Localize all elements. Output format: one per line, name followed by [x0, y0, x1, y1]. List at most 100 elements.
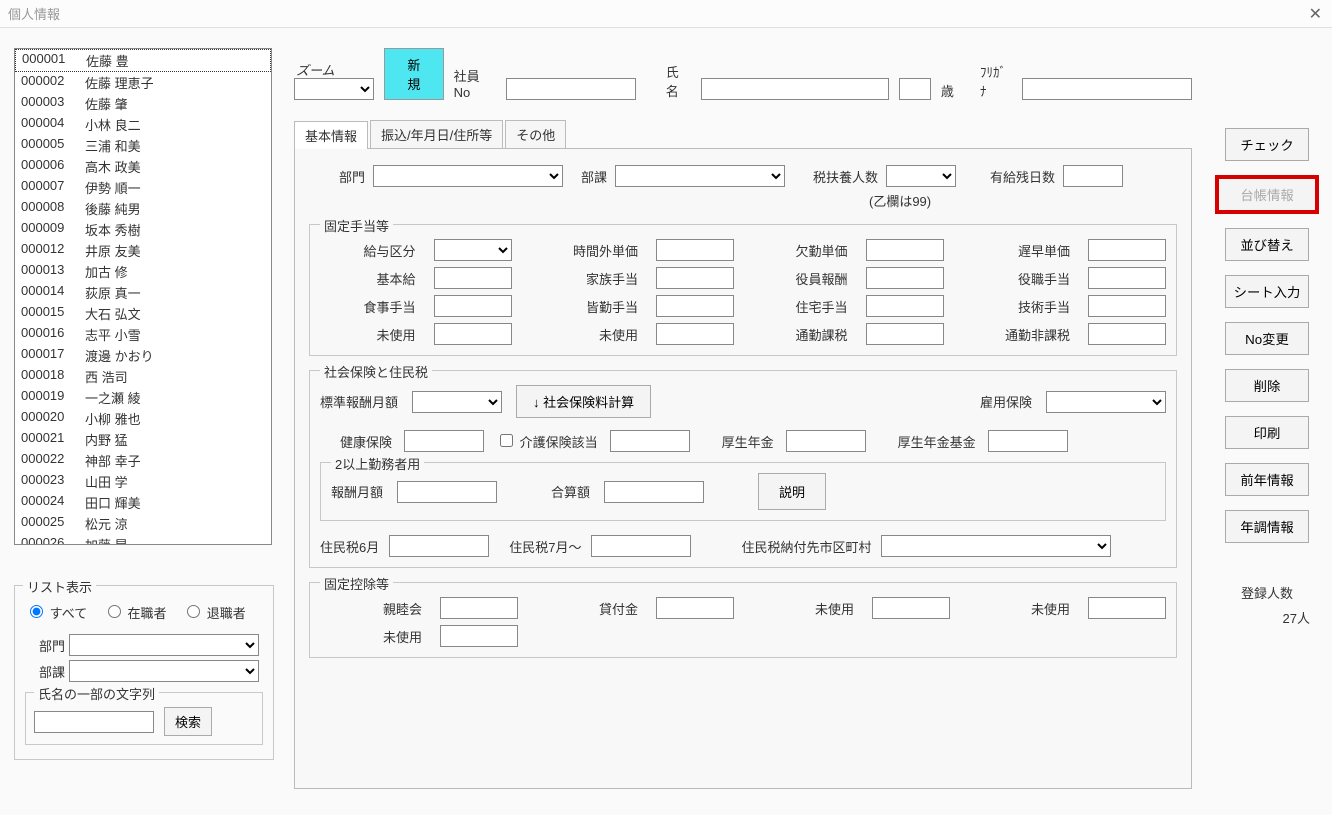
tech-input[interactable]	[1088, 295, 1166, 317]
housing-label: 住宅手当	[752, 297, 848, 316]
pay-class-select[interactable]	[434, 239, 512, 261]
loan-input[interactable]	[656, 597, 734, 619]
employee-row[interactable]: 000022神部 幸子	[15, 450, 271, 471]
ded-unused2-input[interactable]	[1088, 597, 1166, 619]
meal-input[interactable]	[434, 295, 512, 317]
employee-row[interactable]: 000013加古 修	[15, 261, 271, 282]
emp-ins-select[interactable]	[1046, 391, 1166, 413]
furigana-input[interactable]	[1022, 78, 1192, 100]
attend-input[interactable]	[656, 295, 734, 317]
employee-row[interactable]: 000001佐藤 豊	[15, 49, 271, 72]
radio-all[interactable]: すべて	[25, 606, 87, 621]
employee-row[interactable]: 000015大石 弘文	[15, 303, 271, 324]
radio-active[interactable]: 在職者	[103, 606, 167, 621]
officer-allow-label: 役職手当	[962, 269, 1071, 288]
prev-year-button[interactable]: 前年情報	[1225, 463, 1309, 496]
ded-unused1-input[interactable]	[872, 597, 950, 619]
multi-monthly-input[interactable]	[397, 481, 497, 503]
employee-row[interactable]: 000024田口 輝美	[15, 492, 271, 513]
nursing-checkbox[interactable]: 介護保険該当	[496, 431, 598, 451]
new-button[interactable]: 新規	[384, 48, 444, 100]
employee-row[interactable]: 000008後藤 純男	[15, 198, 271, 219]
name-search-input[interactable]	[34, 711, 154, 733]
employee-list[interactable]: 000001佐藤 豊000002佐藤 理恵子000003佐藤 肇000004小林…	[14, 48, 272, 545]
filter-section-select[interactable]	[69, 660, 259, 682]
name-input[interactable]	[701, 78, 889, 100]
resident7-input[interactable]	[591, 535, 691, 557]
radio-retired[interactable]: 退職者	[182, 606, 246, 621]
employee-name: 三浦 和美	[85, 136, 141, 155]
yearend-button[interactable]: 年調情報	[1225, 510, 1309, 543]
officer-input[interactable]	[866, 267, 944, 289]
unused2-label: 未使用	[530, 325, 639, 344]
pension-fund-input[interactable]	[988, 430, 1068, 452]
commute-tax-input[interactable]	[866, 323, 944, 345]
delete-button[interactable]: 削除	[1225, 369, 1309, 402]
dept-select[interactable]	[373, 165, 563, 187]
ledger-button[interactable]: 台帳情報	[1215, 175, 1319, 214]
employee-row[interactable]: 000019一之瀬 綾	[15, 387, 271, 408]
unused1-input[interactable]	[434, 323, 512, 345]
employee-row[interactable]: 000020小柳 雅也	[15, 408, 271, 429]
employee-row[interactable]: 000016志平 小雪	[15, 324, 271, 345]
employee-row[interactable]: 000003佐藤 肇	[15, 93, 271, 114]
late-rate-input[interactable]	[1088, 239, 1166, 261]
officer-allow-input[interactable]	[1088, 267, 1166, 289]
window-title: 個人情報	[8, 4, 60, 23]
age-input[interactable]	[899, 78, 931, 100]
base-input[interactable]	[434, 267, 512, 289]
friendship-input[interactable]	[440, 597, 518, 619]
filter-dept-select[interactable]	[69, 634, 259, 656]
search-button[interactable]: 検索	[164, 707, 212, 736]
tab-other[interactable]: その他	[505, 120, 566, 148]
base-label: 基本給	[320, 269, 416, 288]
resident-city-label: 住民税納付先市区町村	[741, 537, 871, 556]
employee-row[interactable]: 000021内野 猛	[15, 429, 271, 450]
health-input[interactable]	[404, 430, 484, 452]
close-icon[interactable]: ✕	[1309, 4, 1322, 24]
zoom-select[interactable]	[294, 78, 374, 100]
resident6-input[interactable]	[389, 535, 489, 557]
employee-row[interactable]: 000002佐藤 理恵子	[15, 72, 271, 93]
overtime-rate-label: 時間外単価	[530, 241, 639, 260]
unused2-input[interactable]	[656, 323, 734, 345]
employee-row[interactable]: 000017渡邊 かおり	[15, 345, 271, 366]
employee-row[interactable]: 000007伊勢 順一	[15, 177, 271, 198]
family-input[interactable]	[656, 267, 734, 289]
emp-no-input[interactable]	[506, 78, 636, 100]
employee-row[interactable]: 000009坂本 秀樹	[15, 219, 271, 240]
pension-input[interactable]	[786, 430, 866, 452]
employee-row[interactable]: 000025松元 涼	[15, 513, 271, 534]
employee-row[interactable]: 000023山田 学	[15, 471, 271, 492]
section-select[interactable]	[615, 165, 785, 187]
loan-label: 貸付金	[536, 599, 638, 618]
absence-rate-input[interactable]	[866, 239, 944, 261]
employee-row[interactable]: 000014荻原 真一	[15, 282, 271, 303]
resident-city-select[interactable]	[881, 535, 1111, 557]
explain-button[interactable]: 説明	[758, 473, 826, 510]
section-label: 部課	[581, 167, 607, 186]
employee-row[interactable]: 000026加藤 晃	[15, 534, 271, 545]
renumber-button[interactable]: No変更	[1225, 322, 1309, 355]
tab-transfer[interactable]: 振込/年月日/住所等	[370, 120, 503, 148]
employee-row[interactable]: 000004小林 良二	[15, 114, 271, 135]
std-monthly-select[interactable]	[412, 391, 502, 413]
multi-total-input[interactable]	[604, 481, 704, 503]
sort-button[interactable]: 並び替え	[1225, 228, 1309, 261]
employee-row[interactable]: 000012井原 友美	[15, 240, 271, 261]
paid-leave-input[interactable]	[1063, 165, 1123, 187]
calc-insurance-button[interactable]: ↓ 社会保険料計算	[516, 385, 651, 418]
employee-row[interactable]: 000006高木 政美	[15, 156, 271, 177]
employee-row[interactable]: 000018西 浩司	[15, 366, 271, 387]
employee-row[interactable]: 000005三浦 和美	[15, 135, 271, 156]
nursing-input[interactable]	[610, 430, 690, 452]
sheet-button[interactable]: シート入力	[1225, 275, 1309, 308]
overtime-rate-input[interactable]	[656, 239, 734, 261]
commute-nontax-input[interactable]	[1088, 323, 1166, 345]
print-button[interactable]: 印刷	[1225, 416, 1309, 449]
tab-basic[interactable]: 基本情報	[294, 121, 368, 149]
housing-input[interactable]	[866, 295, 944, 317]
dependents-select[interactable]	[886, 165, 956, 187]
ded-unused3-input[interactable]	[440, 625, 518, 647]
check-button[interactable]: チェック	[1225, 128, 1309, 161]
